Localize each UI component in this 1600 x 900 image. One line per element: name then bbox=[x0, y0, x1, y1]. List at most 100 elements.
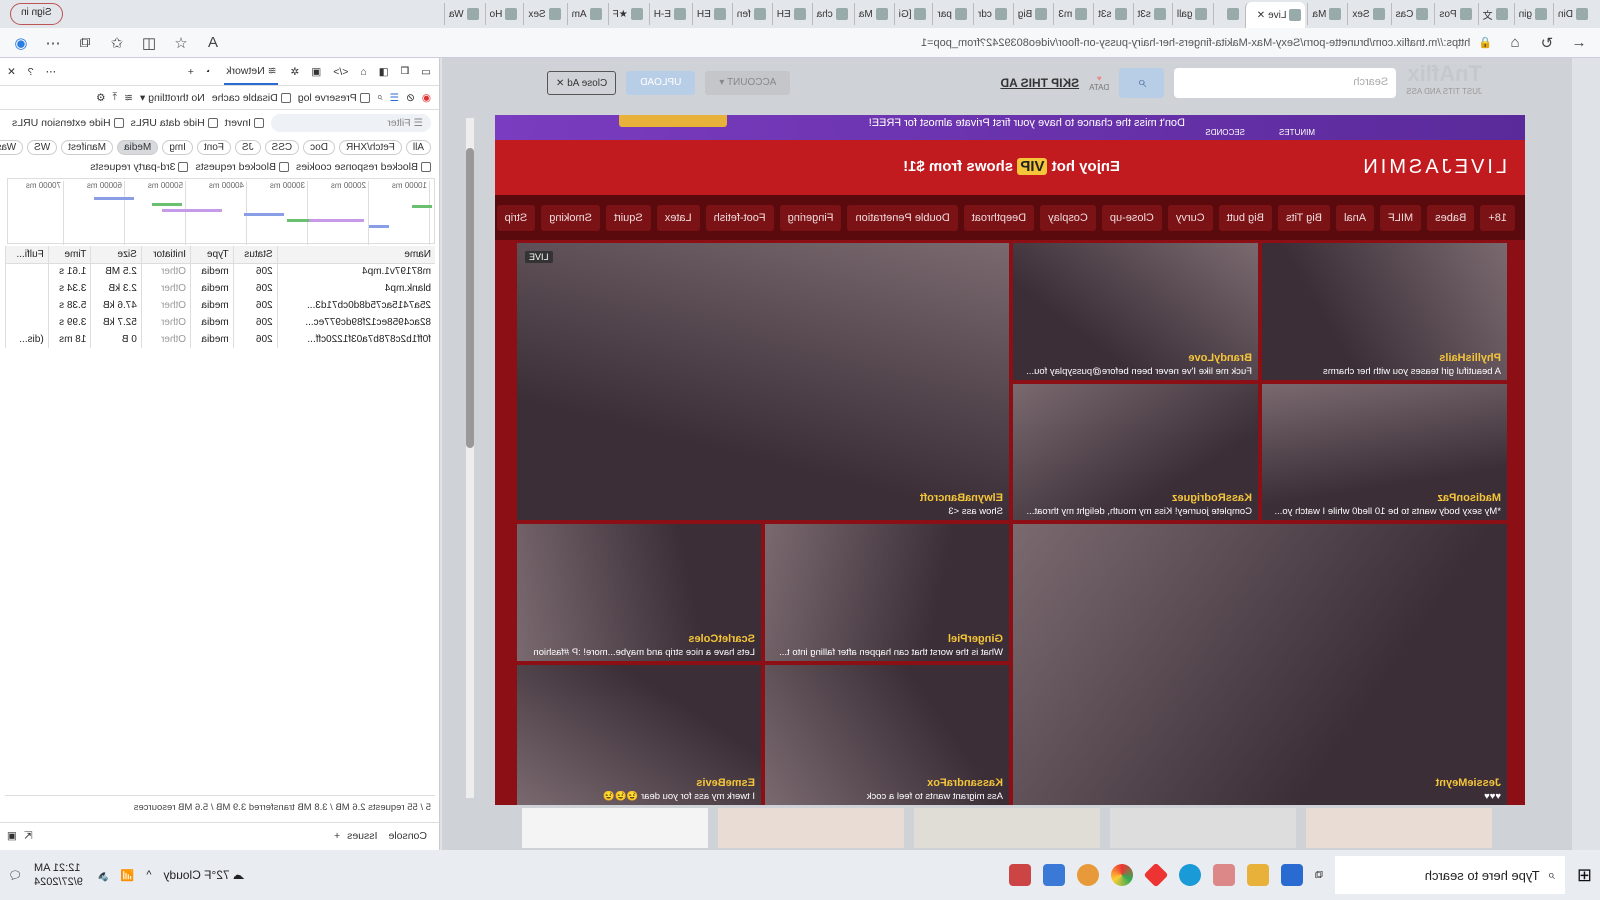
model-tile[interactable]: BrandyLove Fuck me like I've never been b… bbox=[1013, 243, 1258, 380]
more-icon[interactable]: ⋯ bbox=[44, 34, 62, 52]
browser-tab[interactable]: Big bbox=[1012, 3, 1052, 25]
store-icon[interactable] bbox=[1281, 864, 1304, 886]
category-foot-fetish[interactable]: Foot-fetish bbox=[705, 204, 774, 231]
category-big-tits[interactable]: Big Tits bbox=[1277, 204, 1331, 231]
browser-tab[interactable]: Ma bbox=[853, 3, 892, 25]
column-header[interactable]: Time bbox=[48, 246, 91, 263]
collections-icon[interactable]: ⧉ bbox=[76, 34, 94, 51]
close-drawer-icon[interactable]: ▣ bbox=[7, 830, 17, 842]
tab-network[interactable]: ≋ Network bbox=[224, 58, 279, 85]
filter-icon[interactable]: ☰ bbox=[390, 92, 399, 104]
livejasmin-ad[interactable]: MINUTES SECONDS Don't miss the chance to… bbox=[495, 115, 1525, 805]
console-icon[interactable]: ▣ bbox=[311, 66, 321, 78]
column-header[interactable]: Name bbox=[277, 246, 435, 263]
type-filter-doc[interactable]: Doc bbox=[303, 139, 335, 155]
browser-tab[interactable]: Pos bbox=[1434, 3, 1476, 25]
browser-tab[interactable] bbox=[1213, 3, 1244, 25]
category-squirt[interactable]: Squirt bbox=[606, 204, 651, 231]
invert-checkbox[interactable]: Invert bbox=[225, 117, 264, 129]
column-header[interactable]: Initiator bbox=[141, 246, 191, 263]
search-icon[interactable]: ⌕ bbox=[377, 91, 383, 104]
category-big-butt[interactable]: Big butt bbox=[1218, 204, 1272, 231]
video-thumb[interactable] bbox=[914, 808, 1100, 848]
elements-icon[interactable]: </> bbox=[333, 66, 348, 78]
browser-tab[interactable]: Am bbox=[566, 3, 606, 25]
category-curvy[interactable]: Curvy bbox=[1167, 204, 1213, 231]
browser-tab[interactable]: Sex bbox=[523, 3, 565, 25]
screencast-icon[interactable]: ▭ bbox=[421, 66, 431, 78]
home-icon[interactable]: ⌂ bbox=[1506, 34, 1524, 51]
search-button[interactable]: ⌕ bbox=[1119, 68, 1165, 98]
chrome-icon[interactable] bbox=[1111, 864, 1134, 886]
network-icon[interactable]: 📶 bbox=[121, 869, 135, 882]
add-tool-icon[interactable]: + bbox=[188, 66, 194, 78]
browser-tab[interactable]: [Gi bbox=[893, 3, 931, 25]
add-drawer-tab-icon[interactable]: + bbox=[334, 830, 340, 842]
model-tile[interactable]: KassandraFox Ass migrant wants to feel a … bbox=[765, 665, 1009, 805]
browser-tab[interactable]: s3t bbox=[1132, 3, 1170, 25]
start-icon[interactable]: ⊞ bbox=[1577, 865, 1592, 886]
account-button[interactable]: ACCOUNT ▾ bbox=[705, 71, 791, 95]
settings-icon[interactable]: ⚙ bbox=[96, 92, 105, 104]
browser-tab[interactable]: Din bbox=[1552, 3, 1592, 25]
browser-tab[interactable]: s3t bbox=[1093, 3, 1131, 25]
category-cosplay[interactable]: Cosplay bbox=[1040, 204, 1096, 231]
skip-ad-link[interactable]: SKIP THIS AD bbox=[1000, 76, 1079, 90]
app-icon[interactable] bbox=[1213, 864, 1236, 886]
photos-icon[interactable] bbox=[1043, 864, 1066, 886]
browser-tab[interactable]: gall bbox=[1171, 3, 1212, 25]
close-tab-icon[interactable]: ✕ bbox=[1257, 10, 1265, 21]
drawer-tab-console[interactable]: Console bbox=[384, 825, 431, 846]
favorite-icon[interactable]: ☆ bbox=[172, 34, 190, 52]
volume-icon[interactable]: 🔈 bbox=[95, 869, 109, 882]
category-babes[interactable]: Babes bbox=[1427, 204, 1475, 231]
task-view-icon[interactable]: ⧉ bbox=[1315, 869, 1323, 882]
app-icon[interactable] bbox=[1009, 864, 1032, 886]
split-screen-icon[interactable]: ◫ bbox=[140, 34, 158, 52]
throttling-select[interactable]: No throttling ▾ bbox=[140, 92, 205, 104]
column-header[interactable]: Type bbox=[190, 246, 234, 263]
browser-tab[interactable]: Sex bbox=[1347, 3, 1389, 25]
performance-icon[interactable]: ◔ bbox=[206, 66, 212, 78]
disable-cache-checkbox[interactable]: Disable cache bbox=[212, 92, 291, 104]
type-filter-font[interactable]: Font bbox=[196, 139, 231, 155]
browser-tab[interactable]: Live ✕ bbox=[1245, 2, 1306, 28]
type-filter-all[interactable]: All bbox=[405, 139, 431, 155]
edge-icon[interactable] bbox=[1179, 864, 1202, 886]
type-filter-media[interactable]: Media bbox=[117, 139, 159, 155]
category-strip[interactable]: Strip bbox=[496, 204, 536, 231]
browser-tab[interactable]: Cas bbox=[1390, 3, 1433, 25]
i-love-data[interactable]: ♥ DATA bbox=[1089, 74, 1109, 92]
read-aloud-icon[interactable]: A bbox=[204, 34, 222, 51]
video-thumb[interactable] bbox=[522, 808, 708, 848]
search-input[interactable]: Search bbox=[1174, 68, 1397, 98]
browser-tab[interactable]: cdr bbox=[972, 3, 1011, 25]
type-filter-js[interactable]: JS bbox=[234, 139, 261, 155]
third-party-checkbox[interactable]: 3rd-party requests bbox=[90, 161, 189, 173]
category-close-up[interactable]: Close-up bbox=[1101, 204, 1162, 231]
hide-data-urls-checkbox[interactable]: Hide data URLs bbox=[131, 117, 218, 129]
model-tile[interactable]: EsmeBevis I twerk my ass for you dear 😉😉😉 bbox=[517, 665, 761, 805]
category-smoking[interactable]: Smoking bbox=[541, 204, 600, 231]
network-conditions-icon[interactable]: ≋ bbox=[124, 92, 133, 104]
browser-tab[interactable]: gin bbox=[1513, 3, 1551, 25]
blocked-cookies-checkbox[interactable]: Blocked response cookies bbox=[296, 161, 431, 173]
type-filter-wasm[interactable]: Wasm bbox=[0, 139, 24, 155]
device-icon[interactable]: ⧠ bbox=[401, 65, 409, 78]
taskbar-search[interactable]: ⌕ Type here to search bbox=[1334, 856, 1565, 894]
hide-extension-urls-checkbox[interactable]: Hide extension URLs bbox=[12, 117, 124, 129]
scrollbar-thumb[interactable] bbox=[466, 148, 474, 448]
type-filter-img[interactable]: Img bbox=[162, 139, 193, 155]
type-filter-css[interactable]: CSS bbox=[264, 139, 300, 155]
category-latex[interactable]: Latex bbox=[656, 204, 700, 231]
clock[interactable]: 12:21 AM 9/27/2024 bbox=[34, 861, 83, 889]
browser-tab[interactable]: Wa bbox=[443, 3, 483, 25]
blocked-requests-checkbox[interactable]: Blocked requests bbox=[195, 161, 289, 173]
tray-chevron-icon[interactable]: ^ bbox=[146, 869, 151, 881]
refresh-icon[interactable]: ↻ bbox=[1538, 34, 1556, 52]
site-logo[interactable]: TnAflix JUST TITS AND ASS bbox=[1406, 61, 1482, 101]
file-explorer-icon[interactable] bbox=[1247, 864, 1270, 886]
browser-tab[interactable]: ★F bbox=[607, 3, 647, 25]
more-icon[interactable]: ⋯ bbox=[46, 66, 57, 78]
type-filter-fetch-xhr[interactable]: Fetch/XHR bbox=[338, 139, 402, 155]
